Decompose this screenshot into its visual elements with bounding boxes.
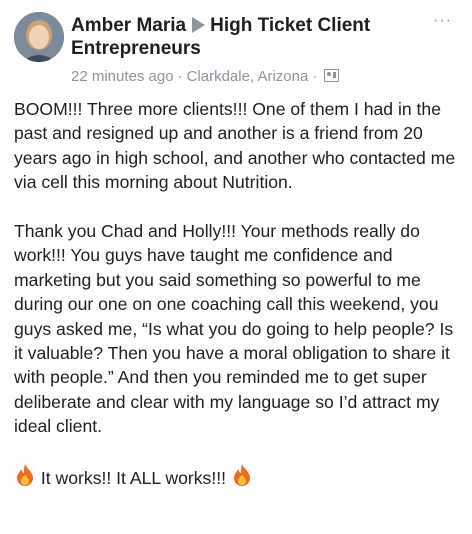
author-name[interactable]: Amber Maria (71, 15, 186, 36)
timestamp[interactable]: 22 minutes ago (71, 68, 174, 85)
post-paragraph: BOOM!!! Three more clients!!! One of the… (14, 99, 456, 193)
post-title: Amber Maria High Ticket Client Entreprene… (71, 14, 422, 60)
image-icon (324, 69, 340, 82)
fire-icon (14, 463, 36, 487)
post-header: Amber Maria High Ticket Client Entreprene… (14, 10, 462, 90)
post-card: Amber Maria High Ticket Client Entreprene… (0, 0, 472, 534)
post-body: BOOM!!! Three more clients!!! One of the… (14, 97, 466, 490)
separator-dot: · (312, 68, 318, 85)
post-meta: 22 minutes ago · Clarkdale, Arizona · (71, 68, 340, 86)
avatar[interactable] (14, 12, 64, 62)
closing-text: It works!! It ALL works!!! (40, 468, 227, 489)
post-closing: It works!! It ALL works!!! (14, 463, 466, 490)
arrow-right-icon (192, 17, 206, 33)
post-paragraph: Thank you Chad and Holly!!! Your methods… (14, 221, 454, 437)
location[interactable]: Clarkdale, Arizona (187, 68, 309, 85)
fire-icon (231, 463, 253, 487)
separator-dot: · (177, 68, 183, 85)
more-options-button[interactable]: ··· (433, 13, 452, 29)
